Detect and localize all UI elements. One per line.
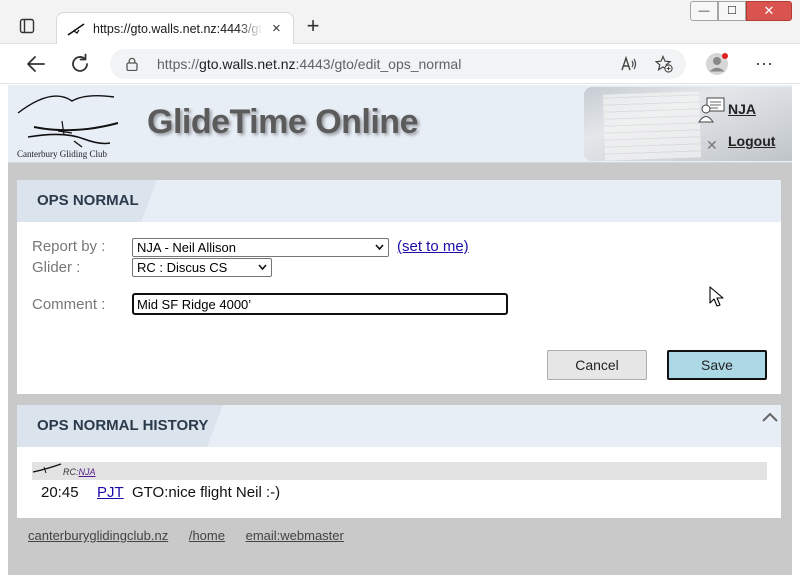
new-tab-button[interactable]: + [302, 15, 324, 38]
glider-select[interactable]: RC : Discus CS [132, 258, 272, 277]
glider-icon [32, 463, 62, 474]
site-title: GlideTime Online [147, 103, 419, 141]
site-header: Canterbury Gliding Club GlideTime Online… [8, 85, 792, 163]
site-footer: canterburyglidingclub.nz /home email:web… [28, 528, 361, 543]
user-card-icon [698, 97, 725, 123]
footer-link-email[interactable]: email:webmaster [246, 528, 344, 543]
url-scheme: https:// [157, 56, 200, 72]
ops-normal-panel: OPS NORMAL Report by : NJA - Neil Alliso… [17, 180, 781, 394]
back-arrow-icon[interactable] [24, 52, 48, 76]
save-button[interactable]: Save [667, 350, 767, 380]
report-by-value: NJA - Neil Allison [137, 240, 236, 255]
history-message: GTO:nice flight Neil :-) [132, 484, 281, 501]
mouse-cursor-icon [709, 286, 724, 307]
url-text[interactable]: https://gto.walls.net.nz:4443/gto/edit_o… [157, 56, 461, 72]
web-page: Canterbury Gliding Club GlideTime Online… [8, 85, 792, 575]
close-window-button[interactable]: ✕ [746, 1, 792, 21]
user-profile-link[interactable]: NJA [728, 101, 756, 117]
chevron-down-icon [375, 244, 384, 250]
tab-title: https://gto.walls.net.nz:4443/gto/edit_o… [93, 22, 263, 36]
club-logo-text: Canterbury Gliding Club [17, 149, 107, 159]
chevron-up-icon[interactable] [762, 412, 778, 422]
history-user-link[interactable]: PJT [97, 484, 124, 501]
history-entry-bar: RC:NJA [32, 462, 767, 480]
history-user-tag-link[interactable]: NJA [79, 467, 96, 477]
history-glider-tag: RC [63, 467, 76, 477]
lock-icon[interactable] [126, 57, 138, 71]
logout-icon: ✕ [706, 137, 718, 153]
maximize-button[interactable]: ☐ [718, 1, 746, 21]
more-menu-button[interactable]: ··· [752, 52, 776, 76]
minimize-button[interactable]: — [690, 1, 718, 21]
chevron-down-icon [258, 264, 267, 270]
history-header: OPS NORMAL HISTORY [17, 405, 781, 447]
logbook-background [602, 91, 702, 161]
read-aloud-icon[interactable] [620, 55, 638, 73]
address-bar[interactable]: https://gto.walls.net.nz:4443/gto/edit_o… [110, 49, 686, 79]
ops-normal-header: OPS NORMAL [17, 180, 781, 222]
history-tab: OPS NORMAL HISTORY [17, 405, 223, 447]
report-by-label: Report by : [32, 238, 106, 255]
profile-icon[interactable] [705, 52, 729, 76]
history-heading: OPS NORMAL HISTORY [37, 417, 209, 434]
set-to-me-link[interactable]: (set to me) [397, 238, 469, 255]
tab-actions-icon[interactable] [19, 18, 35, 34]
url-path: :4443/gto/edit_ops_normal [295, 56, 462, 72]
refresh-icon[interactable] [68, 52, 92, 76]
ops-normal-history-panel: OPS NORMAL HISTORY RC:NJA 20:45 PJT GTO:… [17, 405, 781, 518]
browser-toolbar: https://gto.walls.net.nz:4443/gto/edit_o… [0, 44, 800, 84]
cancel-button[interactable]: Cancel [547, 350, 647, 380]
glider-value: RC : Discus CS [137, 260, 228, 275]
footer-link-club-site[interactable]: canterburyglidingclub.nz [28, 528, 168, 543]
add-favorite-icon[interactable] [655, 55, 673, 73]
browser-tab[interactable]: https://gto.walls.net.nz:4443/gto/edit_o… [56, 12, 294, 45]
footer-link-home[interactable]: /home [189, 528, 225, 543]
glider-label: Glider : [32, 259, 81, 276]
tab-close-icon[interactable]: × [272, 21, 281, 37]
history-entry-tag: RC:NJA [63, 467, 96, 477]
user-panel [584, 87, 792, 161]
history-time: 20:45 [41, 484, 79, 501]
browser-titlebar: https://gto.walls.net.nz:4443/gto/edit_o… [0, 0, 800, 45]
url-host: gto.walls.net.nz [199, 56, 296, 72]
ops-normal-tab: OPS NORMAL [17, 180, 157, 222]
comment-input[interactable]: Mid SF Ridge 4000’ [132, 293, 508, 315]
ops-normal-heading: OPS NORMAL [37, 192, 139, 209]
logout-link[interactable]: Logout [728, 133, 775, 149]
glider-icon [67, 23, 85, 36]
report-by-select[interactable]: NJA - Neil Allison [132, 238, 389, 257]
comment-label: Comment : [32, 296, 106, 313]
